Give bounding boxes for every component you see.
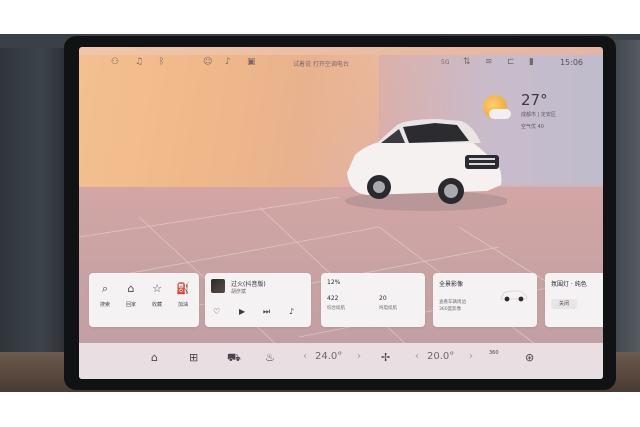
bell-icon[interactable]: ♫ bbox=[135, 57, 143, 67]
nav-favorite-button[interactable]: ☆ 收藏 bbox=[145, 282, 169, 309]
car-icon[interactable]: ⛟ bbox=[227, 352, 241, 364]
nav-home-button[interactable]: ⌂ 回家 bbox=[119, 282, 143, 309]
network-icon: ⇅ bbox=[463, 57, 471, 67]
electric-range-label: 纯电续航 bbox=[379, 306, 397, 311]
album-art bbox=[211, 279, 225, 293]
profile-icon[interactable]: ☺ bbox=[203, 57, 212, 67]
voice-hint: 试着说 打开空调电台 bbox=[293, 61, 349, 68]
temp-right[interactable]: 20.0° bbox=[427, 351, 454, 362]
status-bar: ⚇ ♫ ᛒ ☺ ♪ ▣ 试着说 打开空调电台 5G ⇅ ≋ ⊏ ▮ 15:06 bbox=[79, 55, 603, 71]
widget-cards: ⌕ 搜索 ⌂ 回家 ☆ 收藏 ⛽ 加油 过火(抖音版) 胡彦斌 ♡ ▶ ⏭ ♪ bbox=[89, 273, 603, 329]
song-title: 过火(抖音版) bbox=[231, 281, 266, 288]
temp-left-increase-icon[interactable]: › bbox=[357, 351, 361, 362]
nav-search-label: 搜索 bbox=[99, 302, 110, 308]
nav-search-button[interactable]: ⌕ 搜索 bbox=[93, 282, 117, 309]
combined-range-label: 综合续航 bbox=[327, 306, 345, 311]
home-icon[interactable]: ⌂ bbox=[151, 352, 158, 364]
camera-card-desc-1: 查看车辆周边 bbox=[439, 300, 466, 305]
car-thumbnail-icon bbox=[500, 290, 528, 302]
infotainment-screen: ⚇ ♫ ᛒ ☺ ♪ ▣ 试着说 打开空调电台 5G ⇅ ≋ ⊏ ▮ 15:06 … bbox=[79, 47, 603, 379]
battery-level: 12% bbox=[327, 279, 341, 286]
nav-fuel-label: 加油 bbox=[177, 302, 188, 308]
music-note-icon[interactable]: ♪ bbox=[289, 307, 294, 316]
car-link-icon: ⊏ bbox=[507, 57, 515, 67]
heart-icon[interactable]: ♡ bbox=[213, 307, 220, 316]
next-icon[interactable]: ⏭ bbox=[263, 307, 270, 317]
air-quality: 空气优 40 bbox=[521, 124, 544, 130]
camera-card-title: 全景影像 bbox=[439, 281, 464, 288]
camera-card-desc-2: 360度影像 bbox=[439, 307, 462, 312]
home-icon: ⌂ bbox=[127, 282, 135, 295]
electric-range-value: 20 bbox=[379, 295, 387, 302]
seat-heat-icon[interactable]: ♨ bbox=[265, 352, 275, 364]
temp-right-increase-icon[interactable]: › bbox=[469, 351, 473, 362]
temp-left-decrease-icon[interactable]: ‹ bbox=[303, 351, 307, 362]
ambient-light-card[interactable]: 氛围灯 · 纯色 关闭 bbox=[545, 273, 603, 327]
music-card[interactable]: 过火(抖音版) 胡彦斌 ♡ ▶ ⏭ ♪ bbox=[205, 273, 311, 327]
camera-icon[interactable]: ▣ bbox=[247, 57, 256, 67]
bluetooth-icon[interactable]: ᛒ bbox=[159, 57, 164, 67]
clock: 15:06 bbox=[559, 58, 583, 67]
search-icon: ⌕ bbox=[101, 282, 109, 295]
fuel-icon: ⛽ bbox=[176, 282, 190, 295]
wifi-icon: ≋ bbox=[485, 57, 493, 67]
apps-grid-icon[interactable]: ⊞ bbox=[189, 352, 198, 364]
dashboard-left bbox=[0, 48, 70, 368]
microphone-icon[interactable]: ♪ bbox=[225, 57, 231, 67]
ambient-light-off-button[interactable]: 关闭 bbox=[551, 299, 577, 309]
signal-text: 5G bbox=[441, 59, 450, 66]
temp-right-decrease-icon[interactable]: ‹ bbox=[415, 351, 419, 362]
ambient-light-title: 氛围灯 · 纯色 bbox=[551, 281, 587, 288]
panoramic-camera-card[interactable]: 全景影像 查看车辆周边 360度影像 bbox=[433, 273, 537, 327]
temp-left[interactable]: 24.0° bbox=[315, 351, 342, 362]
energy-card[interactable]: 12% 422 综合续航 20 纯电续航 bbox=[321, 273, 425, 327]
navigation-card: ⌕ 搜索 ⌂ 回家 ☆ 收藏 ⛽ 加油 bbox=[89, 273, 199, 327]
song-artist: 胡彦斌 bbox=[231, 289, 247, 295]
weather-temperature: 27° bbox=[521, 91, 548, 109]
weather-location: 成都市 | 定安区 bbox=[521, 112, 556, 118]
fan-icon[interactable]: ✢ bbox=[381, 352, 390, 364]
bottom-dock: ⌂ ⊞ ⛟ ♨ ‹ 24.0° › ✢ ‹ 20.0° › 360 ⊛ bbox=[79, 343, 603, 379]
nav-favorite-label: 收藏 bbox=[151, 302, 162, 308]
nav-fuel-button[interactable]: ⛽ 加油 bbox=[171, 282, 195, 309]
user-icon[interactable]: ⚇ bbox=[111, 57, 119, 67]
camera-360-icon[interactable]: 360 bbox=[489, 350, 499, 356]
combined-range-value: 422 bbox=[327, 295, 339, 302]
nav-home-label: 回家 bbox=[125, 302, 136, 308]
steering-heat-icon[interactable]: ⊛ bbox=[525, 352, 534, 364]
battery-icon: ▮ bbox=[529, 57, 534, 67]
star-icon: ☆ bbox=[152, 282, 162, 295]
play-icon[interactable]: ▶ bbox=[239, 307, 245, 316]
vehicle-model[interactable] bbox=[337, 113, 507, 213]
